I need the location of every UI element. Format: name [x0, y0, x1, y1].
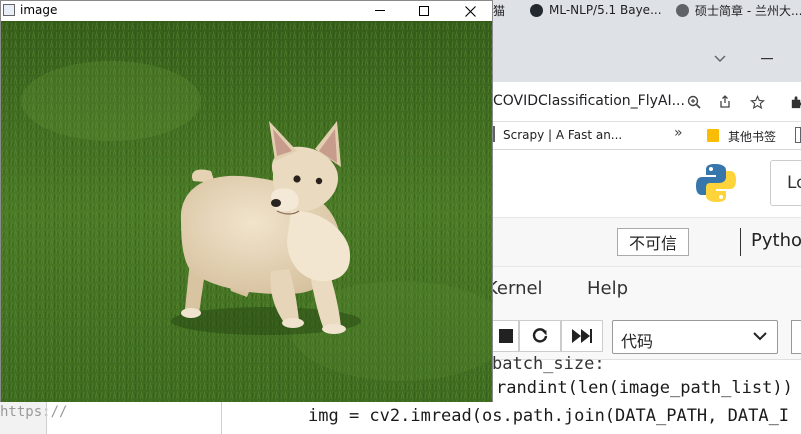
jupyter-toolbar: 代码	[493, 310, 801, 360]
image-window[interactable]: image	[0, 0, 493, 402]
address-text[interactable]: COVIDClassification_FlyAI...	[493, 93, 685, 109]
dog-photo	[1, 21, 492, 402]
share-icon[interactable]	[716, 93, 734, 111]
globe-icon	[676, 3, 689, 17]
fast-forward-icon[interactable]	[561, 320, 603, 352]
maximize-icon[interactable]	[410, 1, 438, 21]
chevron-down-icon[interactable]	[711, 50, 729, 68]
divider	[46, 401, 47, 434]
window-app-icon	[3, 4, 15, 16]
zoom-icon[interactable]	[685, 93, 703, 111]
code-line: randint(len(image_path_list))	[496, 378, 793, 398]
browser-tab[interactable]: ML-NLP/5.1 Baye...	[530, 0, 662, 20]
extensions-icon[interactable]	[787, 93, 801, 111]
browser-tab[interactable]: 猫	[493, 0, 505, 20]
login-button[interactable]: Lo	[770, 160, 801, 206]
image-window-title: image	[20, 3, 58, 17]
tab-label: ML-NLP/5.1 Baye...	[549, 3, 662, 17]
trust-button[interactable]: 不可信	[617, 228, 689, 256]
minimize-icon[interactable]	[366, 1, 394, 21]
kernel-indicator: Python	[751, 230, 801, 251]
code-line: batch_size:	[492, 354, 605, 374]
cell-type-select[interactable]: 代码	[612, 320, 778, 354]
tab-label: 猫	[493, 3, 506, 18]
bookmark-folder[interactable]: 其他书签	[728, 128, 776, 145]
bookmarks-bar: Scrapy | A Fast an... » 其他书签	[493, 122, 801, 150]
code-line: img = cv2.imread(os.path.join(DATA_PATH,…	[308, 406, 790, 426]
bookmark-overflow[interactable]: »	[674, 125, 683, 141]
folder-icon	[707, 129, 719, 142]
bookmark-favicon	[493, 126, 495, 142]
bookmark-item[interactable]: Scrapy | A Fast an...	[503, 128, 622, 142]
toolbar-extra-button[interactable]	[791, 320, 801, 354]
menu-help[interactable]: Help	[587, 278, 628, 299]
close-icon[interactable]	[456, 1, 484, 21]
star-icon[interactable]	[748, 93, 766, 111]
divider	[740, 228, 741, 256]
menu-kernel[interactable]: Kernel	[486, 278, 543, 299]
image-window-titlebar[interactable]: image	[1, 1, 492, 21]
bookmark-partial-icon	[795, 127, 801, 143]
notebook-status-bar: 不可信 Python	[493, 218, 801, 266]
github-icon	[530, 3, 543, 17]
browser-tab[interactable]: 硕士简章 - 兰州大...	[676, 0, 801, 20]
browser-window-controls	[493, 38, 801, 82]
stop-icon[interactable]	[493, 320, 519, 352]
browser-address-bar[interactable]: COVIDClassification_FlyAI...	[493, 82, 801, 122]
minimize-icon[interactable]	[758, 50, 776, 68]
divider	[221, 401, 222, 434]
image-canvas[interactable]	[1, 21, 492, 402]
tab-label: 硕士简章 - 兰州大...	[695, 3, 801, 18]
jupyter-header: Lo	[493, 150, 801, 218]
python-logo-icon	[695, 162, 737, 204]
url-text: https://	[0, 404, 68, 420]
jupyter-menu-bar: Kernel Help	[486, 266, 801, 310]
restart-icon[interactable]	[519, 320, 561, 352]
